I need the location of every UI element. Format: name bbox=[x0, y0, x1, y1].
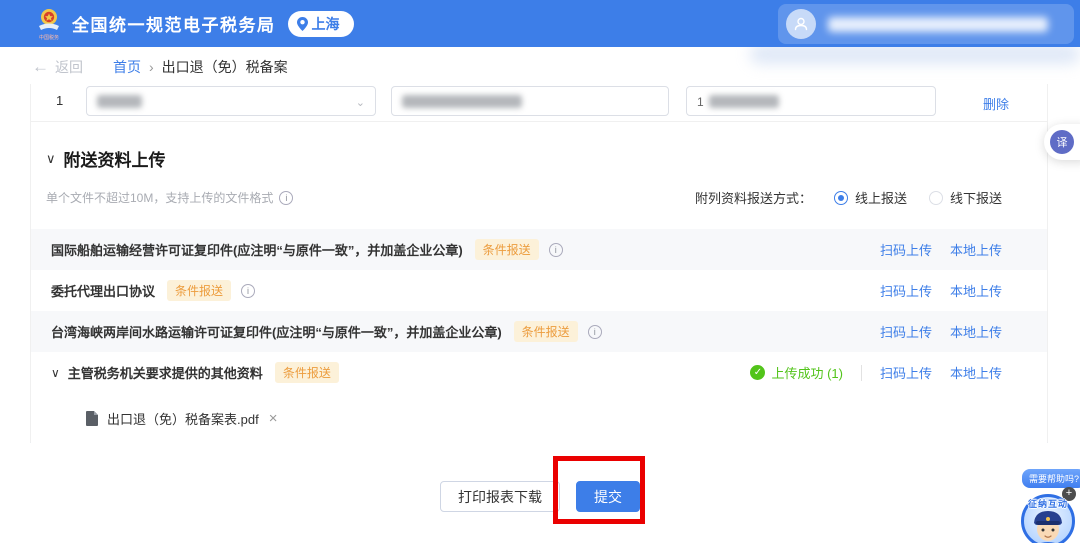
remove-file-icon[interactable]: × bbox=[269, 410, 278, 427]
local-upload-link[interactable]: 本地上传 bbox=[950, 322, 1002, 341]
location-pin-icon bbox=[297, 17, 308, 31]
divider bbox=[861, 365, 862, 381]
scan-upload-link[interactable]: 扫码上传 bbox=[880, 240, 932, 259]
user-account[interactable] bbox=[778, 4, 1074, 44]
chevron-down-icon: ⌄ bbox=[356, 96, 365, 109]
section-header: ∨ 附送资料上传 bbox=[46, 146, 166, 171]
local-upload-link[interactable]: 本地上传 bbox=[950, 240, 1002, 259]
row-expand-chevron-icon[interactable]: ∨ bbox=[51, 366, 60, 380]
radio-online[interactable]: 线上报送 bbox=[834, 188, 907, 207]
local-upload-link[interactable]: 本地上传 bbox=[950, 281, 1002, 300]
upload-row-international-ship: 国际船舶运输经营许可证复印件(应注明“与原件一致”，并加盖企业公章) 条件报送 … bbox=[31, 229, 1047, 270]
upload-hint: 单个文件不超过10M，支持上传的文件格式 i bbox=[46, 189, 293, 206]
upload-row-taiwan-strait: 台湾海峡两岸间水路运输许可证复印件(应注明“与原件一致”，并加盖企业公章) 条件… bbox=[31, 311, 1047, 352]
breadcrumb-current: 出口退（免）税备案 bbox=[162, 57, 288, 77]
redacted-field-value bbox=[402, 95, 522, 108]
translate-icon[interactable]: 译 bbox=[1050, 130, 1074, 154]
app-title: 全国统一规范电子税务局 bbox=[72, 11, 276, 36]
text-field-2[interactable] bbox=[391, 86, 669, 116]
help-tooltip[interactable]: 需要帮助吗? bbox=[1022, 469, 1080, 488]
info-icon[interactable]: i bbox=[241, 284, 255, 298]
upload-row-title: 台湾海峡两岸间水路运输许可证复印件(应注明“与原件一致”，并加盖企业公章) bbox=[51, 322, 502, 341]
upload-row-title: 主管税务机关要求提供的其他资料 bbox=[68, 363, 263, 382]
assistant-avatar[interactable] bbox=[1021, 494, 1075, 543]
scan-upload-link[interactable]: 扫码上传 bbox=[880, 363, 932, 382]
attached-file-name[interactable]: 出口退（免）税备案表.pdf bbox=[107, 409, 259, 428]
info-icon[interactable]: i bbox=[549, 243, 563, 257]
redacted-field-value bbox=[709, 95, 779, 108]
main-card: 1 ⌄ 1 删除 ∨ 附送资料上传 单个文件不超过10M，支持上传的文件格式 i bbox=[30, 84, 1048, 443]
upload-row-title: 委托代理出口协议 bbox=[51, 281, 155, 300]
privacy-blur bbox=[750, 44, 1080, 64]
conditional-tag: 条件报送 bbox=[167, 280, 231, 301]
emblem-icon bbox=[36, 7, 62, 33]
local-upload-link[interactable]: 本地上传 bbox=[950, 363, 1002, 382]
delivery-method-group: 附列资料报送方式： 线上报送 线下报送 bbox=[695, 188, 1002, 207]
plus-icon[interactable]: + bbox=[1062, 487, 1076, 501]
radio-selected-icon[interactable] bbox=[834, 191, 848, 205]
redacted-username bbox=[828, 17, 1048, 32]
upload-row-other-materials: ∨ 主管税务机关要求提供的其他资料 条件报送 ✓ 上传成功 (1) 扫码上传 本… bbox=[31, 352, 1047, 393]
info-icon[interactable]: i bbox=[279, 191, 293, 205]
attached-file-row: 出口退（免）税备案表.pdf × bbox=[31, 393, 1047, 443]
tax-emblem-logo: 中国税务 bbox=[36, 7, 62, 41]
print-report-download-button[interactable]: 打印报表下载 bbox=[440, 481, 560, 512]
assistant-character-icon bbox=[1024, 499, 1072, 543]
radio-offline-label: 线下报送 bbox=[950, 188, 1002, 207]
breadcrumb-separator-icon: › bbox=[149, 59, 154, 75]
upload-status-text: 上传成功 (1) bbox=[771, 363, 843, 382]
success-check-icon: ✓ bbox=[750, 365, 765, 380]
logo-caption: 中国税务 bbox=[39, 34, 59, 41]
document-icon bbox=[86, 411, 99, 426]
app-header: 中国税务 全国统一规范电子税务局 上海 bbox=[0, 0, 1080, 47]
info-icon[interactable]: i bbox=[588, 325, 602, 339]
upload-row-agency-agreement: 委托代理出口协议 条件报送 i 扫码上传 本地上传 bbox=[31, 270, 1047, 311]
row-index: 1 bbox=[56, 93, 63, 108]
upload-hint-text: 单个文件不超过10M，支持上传的文件格式 bbox=[46, 189, 273, 206]
radio-unselected-icon[interactable] bbox=[929, 191, 943, 205]
breadcrumb-home-link[interactable]: 首页 bbox=[113, 57, 141, 77]
delete-row-link[interactable]: 删除 bbox=[983, 94, 1009, 113]
hint-row: 单个文件不超过10M，支持上传的文件格式 i 附列资料报送方式： 线上报送 线下… bbox=[46, 188, 1002, 207]
submit-button[interactable]: 提交 bbox=[576, 481, 640, 512]
upload-status: ✓ 上传成功 (1) bbox=[750, 363, 843, 382]
delivery-method-label: 附列资料报送方式： bbox=[695, 188, 812, 207]
section-collapse-icon[interactable]: ∨ bbox=[46, 151, 56, 167]
redacted-select-value bbox=[97, 95, 142, 108]
conditional-tag: 条件报送 bbox=[514, 321, 578, 342]
location-label: 上海 bbox=[312, 14, 340, 34]
upload-list: 国际船舶运输经营许可证复印件(应注明“与原件一致”，并加盖企业公章) 条件报送 … bbox=[31, 229, 1047, 443]
scan-upload-link[interactable]: 扫码上传 bbox=[880, 281, 932, 300]
type-select[interactable]: ⌄ bbox=[86, 86, 376, 116]
breadcrumb: ← 返回 首页 › 出口退（免）税备案 bbox=[32, 52, 288, 82]
conditional-tag: 条件报送 bbox=[275, 362, 339, 383]
radio-offline[interactable]: 线下报送 bbox=[929, 188, 1002, 207]
user-avatar-icon bbox=[786, 9, 816, 39]
field-value-prefix: 1 bbox=[697, 95, 704, 109]
translate-widget[interactable]: 译 bbox=[1044, 124, 1080, 160]
form-row-1: 1 ⌄ 1 删除 bbox=[31, 84, 1047, 122]
location-pill[interactable]: 上海 bbox=[288, 11, 354, 37]
text-field-3[interactable]: 1 bbox=[686, 86, 936, 116]
radio-online-label: 线上报送 bbox=[855, 188, 907, 207]
conditional-tag: 条件报送 bbox=[475, 239, 539, 260]
section-title: 附送资料上传 bbox=[64, 146, 166, 171]
footer-actions: 打印报表下载 提交 bbox=[0, 481, 1080, 512]
back-link[interactable]: 返回 bbox=[55, 57, 83, 77]
screen: 中国税务 全国统一规范电子税务局 上海 ← 返回 首页 › 出口退（免）税备案 bbox=[0, 0, 1080, 543]
back-arrow-icon[interactable]: ← bbox=[32, 57, 49, 77]
scan-upload-link[interactable]: 扫码上传 bbox=[880, 322, 932, 341]
upload-row-title: 国际船舶运输经营许可证复印件(应注明“与原件一致”，并加盖企业公章) bbox=[51, 240, 463, 259]
